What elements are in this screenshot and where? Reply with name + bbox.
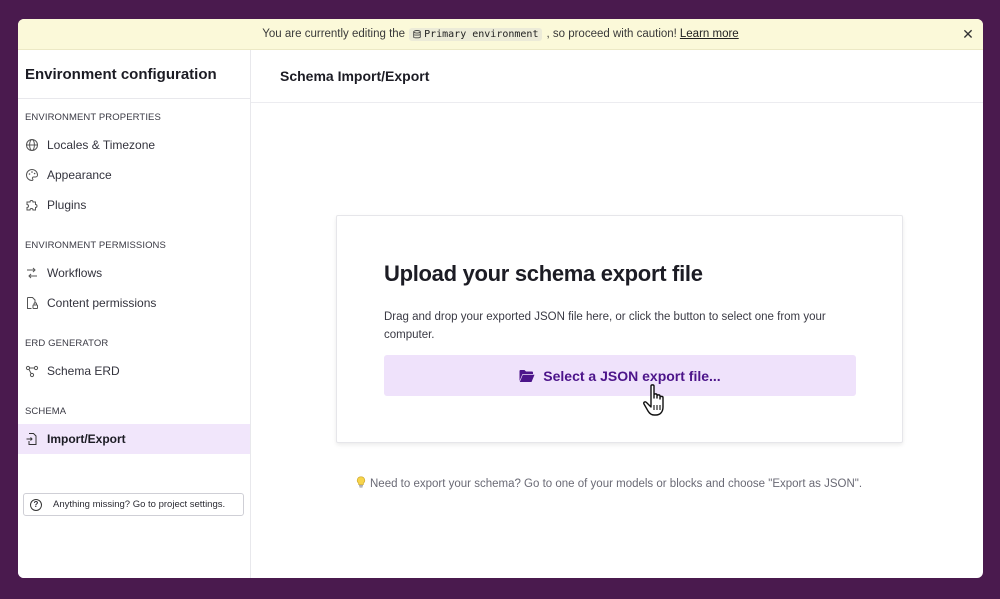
page-title: Schema Import/Export xyxy=(251,50,983,103)
sidebar-item-schema-erd[interactable]: Schema ERD xyxy=(18,356,250,386)
sidebar-item-label: Schema ERD xyxy=(47,364,120,378)
hand-pointer-icon xyxy=(643,384,664,416)
palette-icon xyxy=(25,168,39,182)
project-settings-button[interactable]: ? Anything missing? Go to project settin… xyxy=(23,493,244,516)
sidebar-item-label: Workflows xyxy=(47,266,103,280)
app-window: You are currently editing the Primary en… xyxy=(18,19,983,578)
banner-text-before: You are currently editing the xyxy=(262,28,406,40)
export-hint: Need to export your schema? Go to one of… xyxy=(356,476,862,491)
section-label-schema: SCHEMA xyxy=(25,406,67,417)
sidebar-item-appearance[interactable]: Appearance xyxy=(18,160,250,190)
select-json-file-button[interactable]: Select a JSON export file... xyxy=(384,355,856,396)
environment-chip: Primary environment xyxy=(409,27,543,41)
section-label-erd-generator: ERD GENERATOR xyxy=(25,338,109,349)
file-lock-icon xyxy=(25,296,39,310)
banner-text-after: , so proceed with caution! xyxy=(546,28,677,40)
sidebar-item-label: Import/Export xyxy=(47,432,126,446)
upload-heading: Upload your schema export file xyxy=(384,261,703,286)
workflow-icon xyxy=(25,266,39,280)
close-icon[interactable]: ✕ xyxy=(961,27,975,41)
main-content: Schema Import/Export Upload your schema … xyxy=(251,50,983,578)
sidebar: Environment configuration ENVIRONMENT PR… xyxy=(18,50,251,578)
sidebar-item-import-export[interactable]: Import/Export xyxy=(18,424,250,454)
question-icon: ? xyxy=(30,498,42,511)
file-import-icon xyxy=(25,432,39,446)
sidebar-item-content-permissions[interactable]: Content permissions xyxy=(18,288,250,318)
upload-card[interactable]: Upload your schema export file Drag and … xyxy=(336,215,903,443)
sidebar-item-label: Appearance xyxy=(47,168,112,182)
environment-name: Primary environment xyxy=(424,28,539,40)
sidebar-item-locales-timezone[interactable]: Locales & Timezone xyxy=(18,130,250,160)
database-icon xyxy=(413,29,421,38)
sidebar-item-label: Locales & Timezone xyxy=(47,138,156,152)
diagram-icon xyxy=(25,364,39,378)
select-json-file-label: Select a JSON export file... xyxy=(543,367,721,384)
folder-open-icon xyxy=(519,369,535,382)
sidebar-title: Environment configuration xyxy=(18,50,250,99)
environment-warning-banner: You are currently editing the Primary en… xyxy=(18,19,983,50)
sidebar-item-workflows[interactable]: Workflows xyxy=(18,258,250,288)
sidebar-item-label: Plugins xyxy=(47,198,87,212)
project-settings-label: Anything missing? Go to project settings… xyxy=(53,499,226,510)
learn-more-link[interactable]: Learn more xyxy=(680,28,739,40)
sidebar-item-label: Content permissions xyxy=(47,296,157,310)
lightbulb-icon xyxy=(356,476,366,491)
puzzle-icon xyxy=(25,198,39,212)
section-label-environment-permissions: ENVIRONMENT PERMISSIONS xyxy=(25,240,166,251)
sidebar-item-plugins[interactable]: Plugins xyxy=(18,190,250,220)
upload-description: Drag and drop your exported JSON file he… xyxy=(384,311,826,341)
export-hint-text: Need to export your schema? Go to one of… xyxy=(370,477,863,490)
section-label-environment-properties: ENVIRONMENT PROPERTIES xyxy=(25,112,161,123)
globe-icon xyxy=(25,138,39,152)
